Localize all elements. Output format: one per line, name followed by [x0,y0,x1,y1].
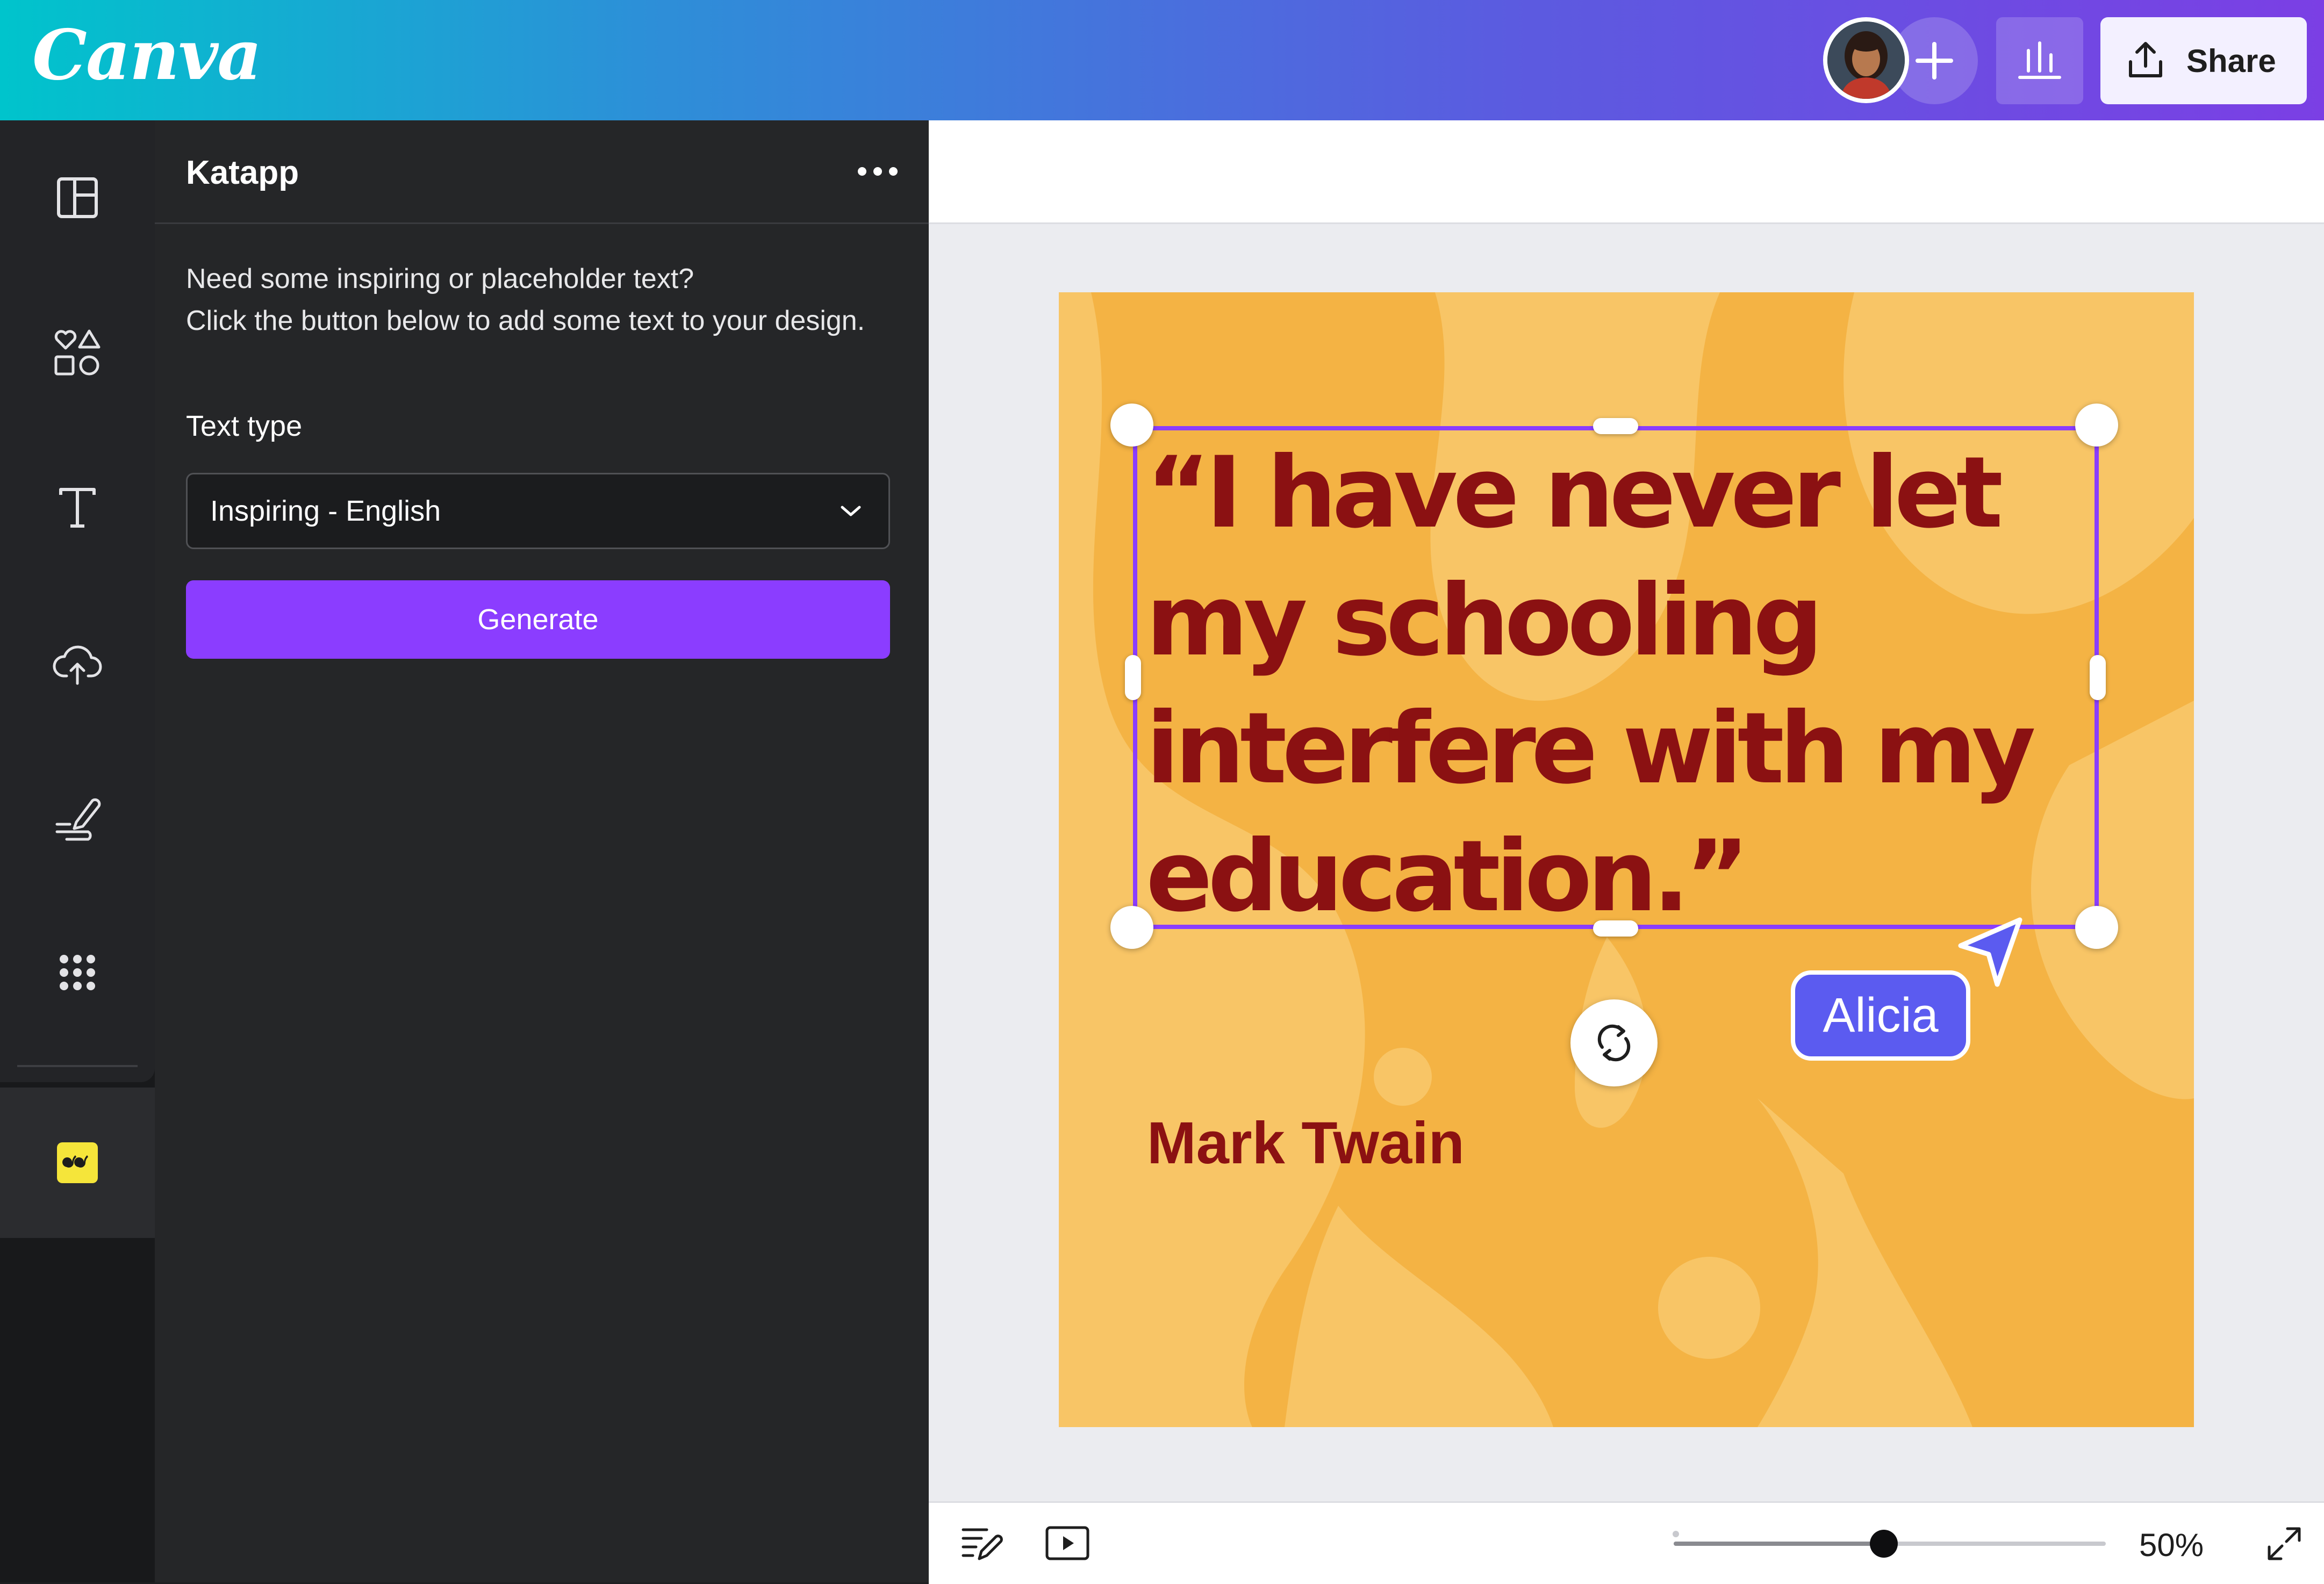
notes-button[interactable] [960,1523,1003,1567]
apps-icon [60,955,95,990]
panel-title: Katapp [186,154,299,191]
rail-item-text[interactable] [0,453,155,561]
rotate-icon [1597,1024,1631,1062]
collaborator-cursor-label: Alicia [1791,970,1970,1061]
insights-button[interactable] [1996,17,2083,104]
present-button[interactable] [1045,1523,1090,1567]
zoom-min-marker [1673,1531,1679,1537]
bottom-bar: 50% [929,1501,2324,1584]
rail-item-katapp[interactable] [0,1088,155,1238]
description-line-1: Need some inspiring or placeholder text? [186,263,694,294]
resize-handle-top-right[interactable] [2075,404,2118,447]
share-upload-icon [2129,42,2162,77]
generate-button[interactable]: Generate [186,580,890,659]
share-label: Share [2186,42,2276,79]
zoom-slider-thumb[interactable] [1870,1530,1898,1558]
rail-divider [17,1065,138,1067]
chevron-down-icon [841,506,861,516]
rail-item-design[interactable] [0,144,155,251]
zoom-slider[interactable] [1674,1530,2106,1558]
text-type-select[interactable]: Inspiring - English [186,473,890,549]
rail-item-draw[interactable] [0,764,155,872]
zoom-slider-fill [1674,1542,1884,1546]
panel-description: Need some inspiring or placeholder text?… [186,258,895,342]
insights-icon [2018,41,2061,79]
select-value: Inspiring - English [210,495,441,527]
resize-handle-top-left[interactable] [1110,404,1153,447]
canvas-toolbar-strip [929,120,2324,224]
selection-box [1133,426,2099,929]
resize-handle-top[interactable] [1593,418,1638,434]
fullscreen-icon [2268,1527,2301,1560]
resize-handle-bottom[interactable] [1593,920,1638,937]
rail-top-section [0,120,155,1082]
layout-icon [57,177,98,218]
notes-icon [962,1528,1003,1560]
rail-item-apps[interactable] [0,919,155,1026]
author-text[interactable]: Mark Twain [1147,1109,1465,1177]
upload-icon [53,645,102,685]
panel-more-button[interactable] [853,153,902,190]
description-line-2: Click the button below to add some text … [186,305,865,336]
text-type-label: Text type [186,410,303,442]
avatar-photo [1827,21,1905,99]
resize-handle-left[interactable] [1125,655,1141,700]
share-button[interactable]: Share [2100,17,2307,104]
canva-logo[interactable]: Canva [32,15,262,96]
text-icon [59,488,96,528]
resize-handle-right[interactable] [2090,655,2106,700]
rail-item-elements[interactable] [0,299,155,406]
resize-handle-bottom-left[interactable] [1110,906,1153,949]
quote-app-icon [57,1142,98,1183]
avatar[interactable] [1823,17,1909,103]
top-bar: Canva Share [0,0,2324,120]
fullscreen-button[interactable] [2265,1524,2304,1566]
resize-handle-bottom-right[interactable] [2075,906,2118,949]
more-dots-icon [858,167,898,176]
side-rail [0,120,155,1582]
rotate-button[interactable] [1570,999,1658,1086]
rail-item-uploads[interactable] [0,609,155,717]
present-icon [1045,1526,1089,1560]
elements-icon [54,329,101,376]
zoom-label[interactable]: 50% [2139,1527,2204,1564]
app-panel: Katapp Need some inspiring or placeholde… [155,120,929,1582]
panel-header: Katapp [155,120,929,224]
draw-icon [55,798,101,841]
